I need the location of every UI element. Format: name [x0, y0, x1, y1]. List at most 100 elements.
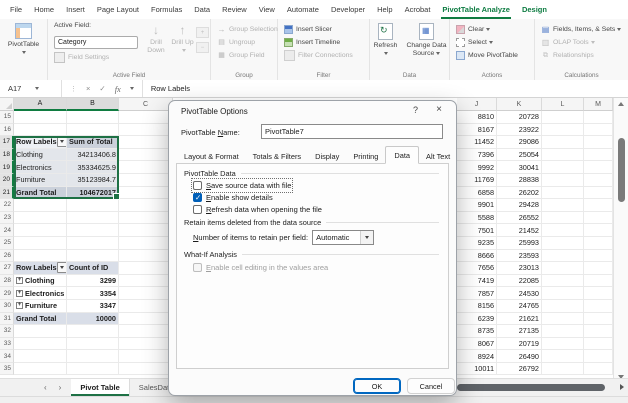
- cell-B26[interactable]: [67, 250, 119, 263]
- cell-C15[interactable]: [119, 111, 173, 124]
- cell-A30[interactable]: Furniture: [14, 300, 67, 313]
- cell-K29[interactable]: 24530: [497, 287, 542, 300]
- cell-B31[interactable]: 10000: [67, 313, 119, 326]
- cell-L16[interactable]: [542, 124, 584, 137]
- refresh-button[interactable]: Refresh: [371, 19, 401, 80]
- row-labels-filter-button[interactable]: [57, 262, 67, 273]
- row-header-32[interactable]: 32: [0, 325, 14, 338]
- row-header-24[interactable]: 24: [0, 224, 14, 237]
- dialog-help-button[interactable]: ?: [413, 105, 418, 115]
- cell-M28[interactable]: [584, 275, 613, 288]
- retain-items-dropdown[interactable]: Automatic: [312, 230, 374, 245]
- cell-L21[interactable]: [542, 187, 584, 200]
- cell-C25[interactable]: [119, 237, 173, 250]
- cell-B15[interactable]: [67, 111, 119, 124]
- column-header-A[interactable]: A: [14, 98, 67, 111]
- cell-C16[interactable]: [119, 124, 173, 137]
- cell-J35[interactable]: 10011: [457, 363, 497, 376]
- olap-tools-button[interactable]: OLAP Tools: [535, 36, 628, 49]
- cell-B22[interactable]: [67, 199, 119, 212]
- cell-L23[interactable]: [542, 212, 584, 225]
- cell-A26[interactable]: [14, 250, 67, 263]
- cell-C27[interactable]: [119, 262, 173, 275]
- tab-design[interactable]: Design: [516, 0, 553, 19]
- cell-L20[interactable]: [542, 174, 584, 187]
- cell-J16[interactable]: 8167: [457, 124, 497, 137]
- cell-C32[interactable]: [119, 325, 173, 338]
- cell-A27[interactable]: Row Labels: [14, 262, 67, 275]
- cell-K19[interactable]: 30041: [497, 161, 542, 174]
- tab-page-layout[interactable]: Page Layout: [91, 0, 145, 19]
- save-source-data-checkbox[interactable]: Save source data with file: [193, 180, 291, 191]
- refresh-data-checkbox[interactable]: Refresh data when opening the file: [193, 204, 322, 215]
- fields-items-sets-button[interactable]: Fields, Items, & Sets: [535, 23, 628, 36]
- cell-L29[interactable]: [542, 287, 584, 300]
- tab-view[interactable]: View: [253, 0, 281, 19]
- row-header-30[interactable]: 30: [0, 300, 14, 313]
- sheet-tab-pivot-table[interactable]: Pivot Table: [71, 379, 129, 396]
- cell-M32[interactable]: [584, 325, 613, 338]
- cell-C28[interactable]: [119, 275, 173, 288]
- column-header-C[interactable]: C: [119, 98, 173, 111]
- horizontal-scroll-thumb[interactable]: [457, 384, 605, 391]
- cell-L32[interactable]: [542, 325, 584, 338]
- select-button[interactable]: Select: [450, 36, 534, 49]
- cell-A32[interactable]: [14, 325, 67, 338]
- cell-A31[interactable]: Grand Total: [14, 313, 67, 326]
- cell-C20[interactable]: [119, 174, 173, 187]
- cell-J21[interactable]: 6858: [457, 187, 497, 200]
- cell-B35[interactable]: [67, 363, 119, 376]
- cell-L30[interactable]: [542, 300, 584, 313]
- cell-C33[interactable]: [119, 338, 173, 351]
- expand-item-button[interactable]: [16, 290, 23, 297]
- enable-show-details-checkbox[interactable]: Enable show details: [193, 192, 273, 203]
- cell-L28[interactable]: [542, 275, 584, 288]
- tab-file[interactable]: File: [4, 0, 28, 19]
- cell-C31[interactable]: [119, 313, 173, 326]
- cell-L22[interactable]: [542, 199, 584, 212]
- vertical-scroll-thumb[interactable]: [618, 138, 625, 202]
- cell-L26[interactable]: [542, 250, 584, 263]
- cell-A25[interactable]: [14, 237, 67, 250]
- cell-B33[interactable]: [67, 338, 119, 351]
- cell-B19[interactable]: 35334625.9: [67, 161, 119, 174]
- cell-L24[interactable]: [542, 224, 584, 237]
- enter-icon[interactable]: ✓: [99, 84, 105, 93]
- cell-B28[interactable]: 3299: [67, 275, 119, 288]
- cell-A17[interactable]: Row Labels: [14, 136, 67, 149]
- cell-B25[interactable]: [67, 237, 119, 250]
- drill-down-button[interactable]: ↓ Drill Down: [143, 19, 169, 80]
- row-header-19[interactable]: 19: [0, 161, 14, 174]
- cell-C18[interactable]: [119, 149, 173, 162]
- dialog-close-icon[interactable]: ×: [436, 104, 442, 115]
- cell-J25[interactable]: 9235: [457, 237, 497, 250]
- cell-M20[interactable]: [584, 174, 613, 187]
- cell-A24[interactable]: [14, 224, 67, 237]
- cell-M22[interactable]: [584, 199, 613, 212]
- relationships-button[interactable]: Relationships: [535, 49, 628, 62]
- cell-K35[interactable]: 26792: [497, 363, 542, 376]
- row-header-15[interactable]: 15: [0, 111, 14, 124]
- cell-B21[interactable]: 104672017: [67, 187, 119, 200]
- row-header-27[interactable]: 27: [0, 262, 14, 275]
- dialog-tab-display[interactable]: Display: [308, 150, 346, 164]
- dialog-tab-alt-text[interactable]: Alt Text: [419, 150, 457, 164]
- next-sheet-icon[interactable]: ›: [59, 383, 62, 392]
- cell-A33[interactable]: [14, 338, 67, 351]
- dialog-tab-printing[interactable]: Printing: [346, 150, 385, 164]
- cell-M30[interactable]: [584, 300, 613, 313]
- cell-A28[interactable]: Clothing: [14, 275, 67, 288]
- cell-J15[interactable]: 8810: [457, 111, 497, 124]
- cell-J17[interactable]: 11452: [457, 136, 497, 149]
- tab-automate[interactable]: Automate: [281, 0, 325, 19]
- cell-K17[interactable]: 29086: [497, 136, 542, 149]
- cell-A23[interactable]: [14, 212, 67, 225]
- cell-K28[interactable]: 22085: [497, 275, 542, 288]
- cell-B34[interactable]: [67, 350, 119, 363]
- row-header-34[interactable]: 34: [0, 350, 14, 363]
- cell-B17[interactable]: Sum of Total: [67, 136, 119, 149]
- cell-C21[interactable]: [119, 187, 173, 200]
- dialog-tab-layout-format[interactable]: Layout & Format: [177, 150, 246, 164]
- cell-K15[interactable]: 20728: [497, 111, 542, 124]
- row-header-25[interactable]: 25: [0, 237, 14, 250]
